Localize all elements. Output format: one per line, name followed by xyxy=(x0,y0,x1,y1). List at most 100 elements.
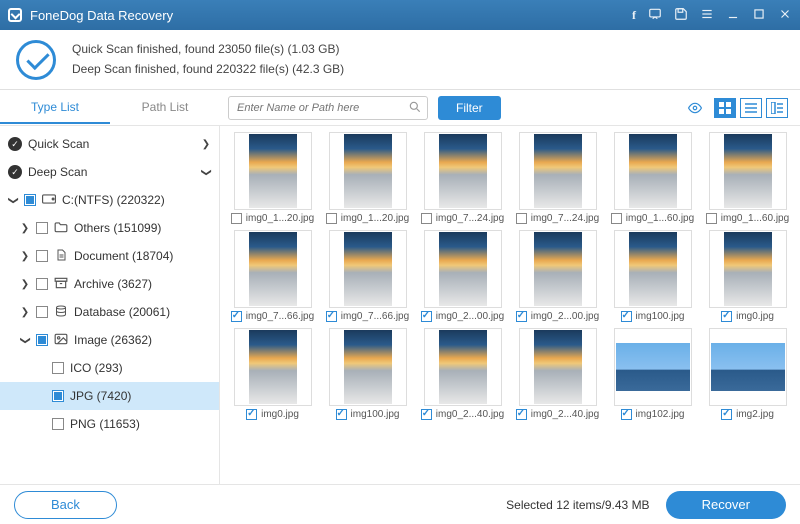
view-list-button[interactable] xyxy=(740,98,762,118)
file-checkbox[interactable] xyxy=(231,311,242,322)
file-thumb[interactable]: img0_1...20.jpg xyxy=(325,132,410,224)
maximize-icon[interactable] xyxy=(752,7,766,24)
file-checkbox[interactable] xyxy=(421,311,432,322)
file-thumb[interactable]: img102.jpg xyxy=(610,328,695,420)
file-checkbox[interactable] xyxy=(516,213,527,224)
toolbar: Type List Path List Filter xyxy=(0,90,800,126)
file-checkbox[interactable] xyxy=(336,409,347,420)
file-name: img0_1...60.jpg xyxy=(721,213,789,224)
tab-path-list[interactable]: Path List xyxy=(110,92,220,124)
checkbox[interactable] xyxy=(36,334,48,346)
file-thumb[interactable]: img0_1...60.jpg xyxy=(610,132,695,224)
file-checkbox[interactable] xyxy=(721,409,732,420)
minimize-icon[interactable] xyxy=(726,7,740,24)
facebook-icon[interactable]: f xyxy=(632,8,636,23)
sidebar-quick-scan[interactable]: ✓ Quick Scan ❯ xyxy=(0,130,219,158)
file-checkbox[interactable] xyxy=(231,213,242,224)
file-checkbox[interactable] xyxy=(326,311,337,322)
search-wrapper xyxy=(228,96,428,120)
file-checkbox[interactable] xyxy=(621,409,632,420)
file-thumb[interactable]: img0_2...00.jpg xyxy=(515,230,600,322)
file-checkbox[interactable] xyxy=(516,311,527,322)
sidebar-label: Deep Scan xyxy=(28,165,87,179)
file-checkbox[interactable] xyxy=(326,213,337,224)
file-thumb[interactable]: img100.jpg xyxy=(610,230,695,322)
file-thumb[interactable]: img0_1...20.jpg xyxy=(230,132,315,224)
thumb-label-row: img102.jpg xyxy=(610,409,695,420)
file-name: img0_7...66.jpg xyxy=(246,311,314,322)
sidebar-database[interactable]: ❯ Database (20061) xyxy=(0,298,219,326)
menu-icon[interactable] xyxy=(700,7,714,24)
file-name: img100.jpg xyxy=(351,409,400,420)
chevron-down-icon: ❯ xyxy=(201,167,212,177)
sidebar-jpg[interactable]: JPG (7420) xyxy=(0,382,219,410)
thumbnail-image xyxy=(614,132,692,210)
sidebar-document[interactable]: ❯ Document (18704) xyxy=(0,242,219,270)
file-thumb[interactable]: img0_7...24.jpg xyxy=(515,132,600,224)
sidebar-ico[interactable]: ICO (293) xyxy=(0,354,219,382)
sidebar-label: Image (26362) xyxy=(74,333,152,347)
save-icon[interactable] xyxy=(674,7,688,24)
file-thumb[interactable]: img0_7...24.jpg xyxy=(420,132,505,224)
file-grid-content: img0_1...20.jpg img0_1...20.jpg img0_7..… xyxy=(220,126,800,484)
thumbnail-image xyxy=(709,328,787,406)
checkbox[interactable] xyxy=(52,418,64,430)
file-thumb[interactable]: img2.jpg xyxy=(705,328,790,420)
sidebar-others[interactable]: ❯ Others (151099) xyxy=(0,214,219,242)
file-checkbox[interactable] xyxy=(516,409,527,420)
file-thumb[interactable]: img0_2...00.jpg xyxy=(420,230,505,322)
file-thumb[interactable]: img0_1...60.jpg xyxy=(705,132,790,224)
file-checkbox[interactable] xyxy=(421,409,432,420)
checkbox[interactable] xyxy=(36,306,48,318)
checkbox[interactable] xyxy=(24,194,36,206)
chevron-down-icon: ❯ xyxy=(8,195,19,205)
file-checkbox[interactable] xyxy=(706,213,717,224)
feedback-icon[interactable] xyxy=(648,7,662,24)
preview-icon[interactable] xyxy=(686,101,704,115)
sidebar-png[interactable]: PNG (11653) xyxy=(0,410,219,438)
sidebar-label: Others (151099) xyxy=(74,221,161,235)
file-name: img0.jpg xyxy=(261,409,299,420)
thumb-label-row: img0_1...20.jpg xyxy=(325,213,410,224)
tab-type-list[interactable]: Type List xyxy=(0,92,110,124)
file-checkbox[interactable] xyxy=(246,409,257,420)
folder-icon xyxy=(54,221,68,236)
recover-button[interactable]: Recover xyxy=(666,491,786,519)
checkbox[interactable] xyxy=(36,250,48,262)
sidebar-image[interactable]: ❯ Image (26362) xyxy=(0,326,219,354)
file-thumb[interactable]: img0.jpg xyxy=(705,230,790,322)
view-grid-button[interactable] xyxy=(714,98,736,118)
sidebar-archive[interactable]: ❯ Archive (3627) xyxy=(0,270,219,298)
sidebar-drive[interactable]: ❯ C:(NTFS) (220322) xyxy=(0,186,219,214)
search-input[interactable] xyxy=(228,96,428,120)
sidebar-label: Database (20061) xyxy=(74,305,170,319)
checkbox[interactable] xyxy=(52,390,64,402)
checkbox[interactable] xyxy=(52,362,64,374)
thumb-label-row: img0_2...40.jpg xyxy=(420,409,505,420)
file-thumb[interactable]: img0_7...66.jpg xyxy=(325,230,410,322)
sidebar-label: Archive (3627) xyxy=(74,277,152,291)
file-thumb[interactable]: img0.jpg xyxy=(230,328,315,420)
file-name: img0.jpg xyxy=(736,311,774,322)
checkbox[interactable] xyxy=(36,222,48,234)
file-checkbox[interactable] xyxy=(421,213,432,224)
close-icon[interactable] xyxy=(778,7,792,24)
file-thumb[interactable]: img0_2...40.jpg xyxy=(515,328,600,420)
sidebar-deep-scan[interactable]: ✓ Deep Scan ❯ xyxy=(0,158,219,186)
thumbnail-image xyxy=(329,230,407,308)
file-thumb[interactable]: img0_2...40.jpg xyxy=(420,328,505,420)
file-thumb[interactable]: img0_7...66.jpg xyxy=(230,230,315,322)
checkbox[interactable] xyxy=(36,278,48,290)
thumb-label-row: img0_7...66.jpg xyxy=(325,311,410,322)
file-checkbox[interactable] xyxy=(721,311,732,322)
search-icon[interactable] xyxy=(408,100,422,114)
file-thumb[interactable]: img100.jpg xyxy=(325,328,410,420)
thumbnail-image xyxy=(234,230,312,308)
view-detail-button[interactable] xyxy=(766,98,788,118)
chevron-right-icon: ❯ xyxy=(20,307,30,318)
filter-button[interactable]: Filter xyxy=(438,96,501,120)
back-button[interactable]: Back xyxy=(14,491,117,519)
file-checkbox[interactable] xyxy=(621,311,632,322)
file-checkbox[interactable] xyxy=(611,213,622,224)
chevron-right-icon: ❯ xyxy=(20,223,30,234)
